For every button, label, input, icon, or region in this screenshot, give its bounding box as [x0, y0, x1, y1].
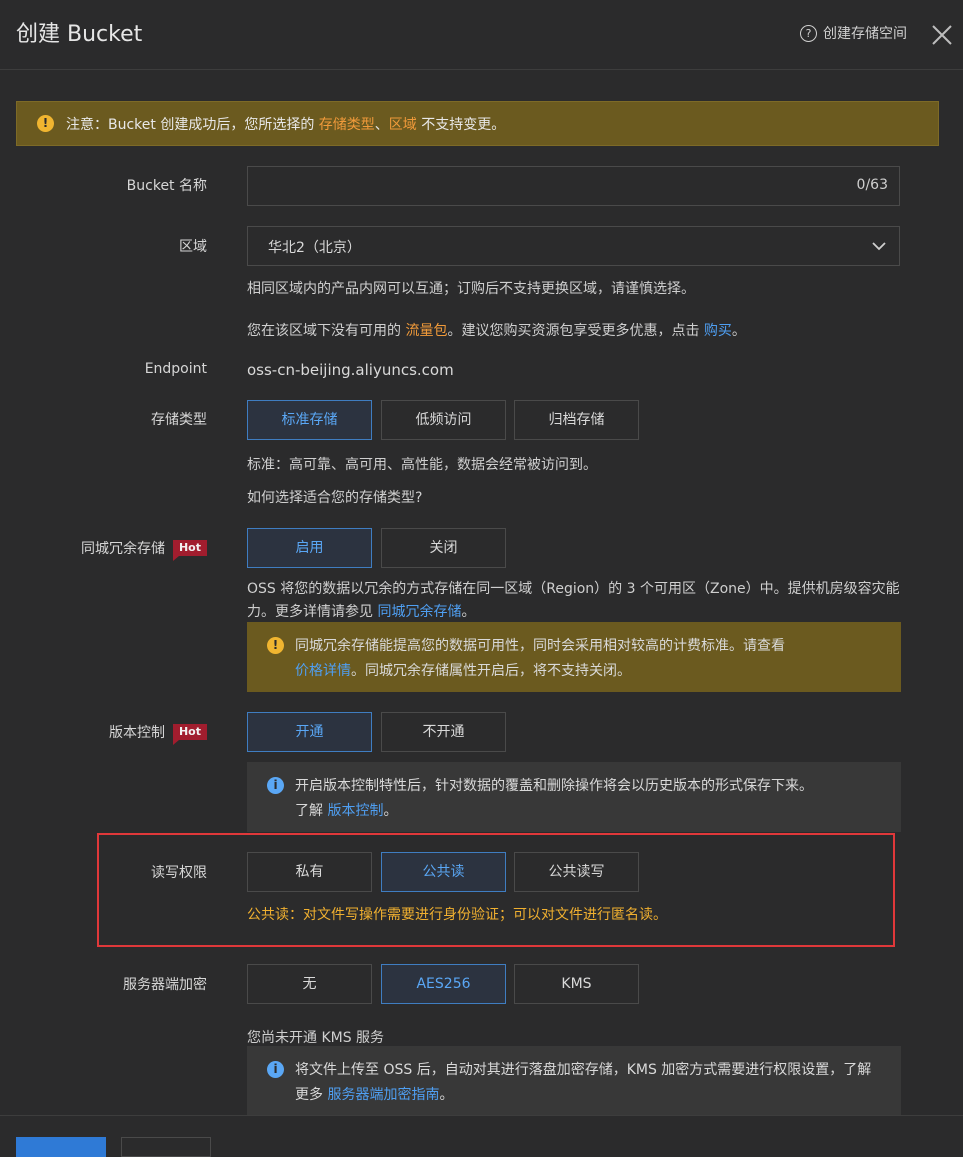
zrs-desc: OSS 将您的数据以冗余的方式存储在同一区域（Region）的 3 个可用区（Z…	[247, 578, 901, 624]
notice-text: 注意：Bucket 创建成功后，您所选择的 存储类型、区域 不支持变更。	[66, 114, 505, 134]
help-label: 创建存储空间	[823, 26, 907, 42]
bucket-name-input[interactable]: 0/63	[247, 166, 900, 206]
zrs-desc-suffix: 。	[461, 604, 476, 620]
notice-suffix: 不支持变更。	[416, 116, 506, 133]
acl-label: 读写权限	[151, 865, 207, 881]
storage-class-standard[interactable]: 标准存储	[247, 400, 372, 440]
info-icon: i	[267, 777, 284, 794]
storage-class-desc: 标准：高可靠、高可用、高性能，数据会经常被访问到。	[247, 457, 597, 473]
kms-status: 您尚未开通 KMS 服务	[247, 1030, 385, 1046]
encryption-guide-link[interactable]: 服务器端加密指南	[327, 1087, 439, 1103]
versioning-on-button[interactable]: 开通	[247, 712, 372, 752]
traffic-package-link[interactable]: 流量包	[405, 323, 447, 339]
zrs-disable-button[interactable]: 关闭	[381, 528, 506, 568]
dialog-title: 创建 Bucket	[16, 22, 143, 47]
encryption-kms-button[interactable]: KMS	[514, 964, 639, 1004]
notice-banner: ! 注意：Bucket 创建成功后，您所选择的 存储类型、区域 不支持变更。	[16, 101, 939, 146]
endpoint-label: Endpoint	[144, 361, 207, 377]
encryption-info-suffix: 。	[439, 1087, 454, 1103]
close-icon[interactable]	[927, 20, 957, 50]
notice-separator: 、	[374, 116, 389, 133]
region-select[interactable]: 华北2（北京）	[247, 226, 900, 266]
zrs-desc-text: OSS 将您的数据以冗余的方式存储在同一区域（Region）的 3 个可用区（Z…	[247, 581, 900, 620]
dialog-footer	[0, 1115, 963, 1157]
storage-class-help-link[interactable]: 如何选择适合您的存储类型?	[247, 487, 422, 507]
region-package-hint: 您在该区域下没有可用的 流量包。建议您购买资源包享受更多优惠，点击 购买。	[247, 320, 746, 340]
encryption-none-button[interactable]: 无	[247, 964, 372, 1004]
zrs-warning-text: 同城冗余存储能提高您的数据可用性，同时会采用相对较高的计费标准。请查看	[295, 638, 785, 654]
confirm-button[interactable]	[16, 1137, 106, 1157]
versioning-off-button[interactable]: 不开通	[381, 712, 506, 752]
versioning-label-text: 版本控制	[108, 725, 165, 741]
zrs-warning: ! 同城冗余存储能提高您的数据可用性，同时会采用相对较高的计费标准。请查看 价格详…	[247, 622, 901, 692]
region-label: 区域	[179, 239, 207, 255]
storage-class-ia[interactable]: 低频访问	[381, 400, 506, 440]
zrs-warning-suffix: 。同城冗余存储属性开启后，将不支持关闭。	[351, 663, 631, 679]
storage-class-label: 存储类型	[151, 412, 207, 428]
zrs-label: 同城冗余存储 Hot	[80, 538, 207, 561]
versioning-info: i 开启版本控制特性后，针对数据的覆盖和删除操作将会以历史版本的形式保存下来。了…	[247, 762, 901, 832]
char-counter: 0/63	[856, 177, 888, 193]
encryption-aes256-button[interactable]: AES256	[381, 964, 506, 1004]
notice-link-region[interactable]: 区域	[389, 117, 417, 133]
hint-mid: 。建议您购买资源包享受更多优惠，点击	[447, 323, 704, 339]
region-selected: 华北2（北京）	[268, 240, 361, 256]
versioning-info-suffix: 。	[383, 803, 398, 819]
versioning-info-prefix: 了解	[295, 803, 328, 819]
help-link[interactable]: ? 创建存储空间	[800, 23, 907, 43]
hint-prefix: 您在该区域下没有可用的	[247, 323, 406, 339]
acl-public-read-button[interactable]: 公共读	[381, 852, 506, 892]
chevron-down-icon	[872, 242, 886, 251]
hint-suffix: 。	[731, 323, 746, 339]
acl-desc: 公共读：对文件写操作需要进行身份验证；可以对文件进行匿名读。	[247, 907, 667, 923]
bucket-name-label: Bucket 名称	[126, 178, 207, 194]
notice-prefix: 注意：Bucket 创建成功后，您所选择的	[66, 116, 319, 133]
pricing-link[interactable]: 价格详情	[295, 663, 351, 679]
storage-class-archive[interactable]: 归档存储	[514, 400, 639, 440]
buy-link[interactable]: 购买	[704, 323, 732, 339]
endpoint-value: oss-cn-beijing.aliyuncs.com	[247, 361, 454, 379]
encryption-info: i 将文件上传至 OSS 后，自动对其进行落盘加密存储，KMS 加密方式需要进行…	[247, 1046, 901, 1115]
notice-link-storage-class[interactable]: 存储类型	[319, 117, 375, 133]
question-circle-icon: ?	[800, 24, 817, 42]
region-hint: 相同区域内的产品内网可以互通；订购后不支持更换区域，请谨慎选择。	[247, 281, 695, 297]
acl-private-button[interactable]: 私有	[247, 852, 372, 892]
zrs-label-text: 同城冗余存储	[80, 541, 165, 557]
dialog-header: 创建 Bucket ? 创建存储空间	[0, 0, 963, 70]
hot-badge: Hot	[172, 540, 207, 561]
info-icon: i	[267, 1061, 284, 1078]
encryption-label: 服务器端加密	[123, 977, 207, 993]
versioning-label: 版本控制 Hot	[108, 722, 207, 745]
warning-icon: !	[37, 115, 54, 132]
cancel-button[interactable]	[121, 1137, 211, 1157]
zrs-doc-link[interactable]: 同城冗余存储	[377, 604, 461, 620]
warning-icon: !	[267, 637, 284, 654]
acl-public-read-write-button[interactable]: 公共读写	[514, 852, 639, 892]
versioning-doc-link[interactable]: 版本控制	[327, 803, 383, 819]
zrs-enable-button[interactable]: 启用	[247, 528, 372, 568]
hot-badge: Hot	[172, 724, 207, 745]
versioning-info-text: 开启版本控制特性后，针对数据的覆盖和删除操作将会以历史版本的形式保存下来。	[295, 778, 813, 794]
